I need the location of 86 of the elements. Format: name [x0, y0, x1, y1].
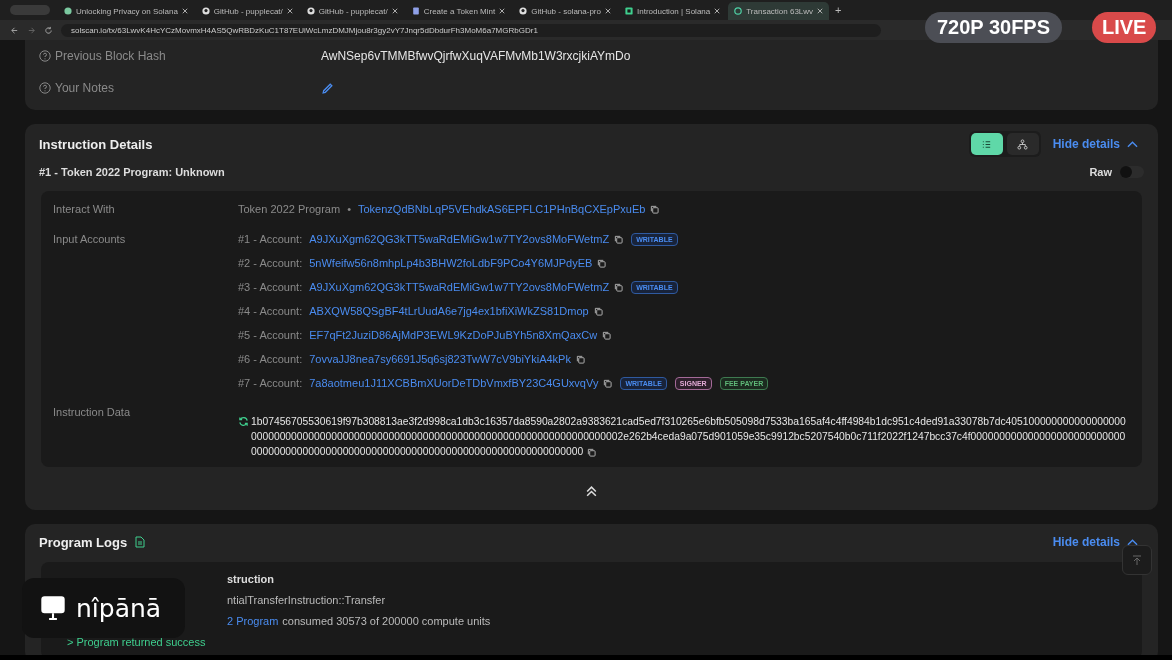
hide-details-link[interactable]: Hide details	[1052, 535, 1120, 549]
circle-logo-icon	[734, 7, 743, 15]
program-name: Token 2022 Program	[238, 202, 341, 217]
help-icon	[39, 82, 51, 94]
browser-tab[interactable]: GitHub - pupplecat/	[195, 2, 299, 20]
tree-view-button[interactable]	[1006, 133, 1039, 155]
section-title: Instruction Details	[39, 136, 153, 152]
book-icon	[625, 7, 633, 15]
github-icon	[201, 7, 210, 15]
log-line: consumed 30573 of 200000 compute units	[282, 615, 491, 627]
account-index: #1 - Account:	[238, 233, 303, 245]
close-icon[interactable]	[286, 8, 293, 14]
chevron-up-icon[interactable]	[1127, 538, 1138, 546]
list-icon	[981, 138, 993, 150]
pencil-icon[interactable]	[321, 81, 334, 95]
browser-tab[interactable]: GitHub - pupplecat/	[300, 2, 404, 20]
raw-toggle[interactable]	[1120, 166, 1144, 178]
github-icon	[306, 7, 315, 15]
account-address-link[interactable]: 7ovvaJJ8nea7sy6691J5q6sj823TwW7cV9biYkiA4kPk	[309, 353, 571, 365]
hash-value: AwNSep6vTMMBfwvQjrfwXuqVAFMvMb1W3rxcjkiAYmDo	[321, 49, 631, 63]
quality-badge: 720P 30FPS	[925, 12, 1063, 43]
live-badge: LIVE	[1092, 12, 1157, 43]
field-label: Input Accounts	[53, 232, 127, 247]
monitor-icon	[40, 595, 66, 621]
address-field[interactable]: solscan.io/tx/63LwvK4HcYCzMovmxH4AS5QwRBDzKuC1T87EUiWcLmzDMJMjou8r3gy2vY7Jnqr5dDbdurFh3MoM6a7MGRbGDr1	[61, 23, 881, 37]
list-view-button[interactable]	[970, 133, 1003, 155]
channel-name: nîpānā	[76, 593, 162, 623]
copy-icon[interactable]	[575, 354, 585, 364]
raw-label: Raw	[1089, 166, 1112, 178]
log-line: > Program returned success	[67, 636, 206, 648]
section-title: Program Logs	[39, 534, 128, 550]
separator-dot: •	[347, 202, 351, 217]
convert-icon[interactable]	[238, 416, 249, 427]
browser-tab[interactable]: Introduction | Solana	[619, 2, 727, 20]
hide-details-link[interactable]: Hide details	[1052, 137, 1120, 151]
copy-icon[interactable]	[650, 204, 660, 214]
close-icon[interactable]	[714, 8, 721, 14]
account-index: #6 - Account:	[238, 353, 303, 365]
program-address-link[interactable]: TokenzQdBNbLqP5VEhdkAS6EPFLC1PHnBqCXEpPxuEb	[358, 201, 646, 217]
program-link[interactable]: 2 Program	[227, 615, 279, 627]
browser-tab[interactable]: Transaction 63Lwv	[728, 2, 830, 20]
account-address-link[interactable]: A9JXuXgm62QG3kTT5waRdEMiGw1w7TY2ovs8MoFWetmZ	[309, 281, 610, 293]
account-index: #7 - Account:	[238, 377, 303, 389]
browser-tab[interactable]: Unlocking Privacy on Solana	[58, 2, 194, 20]
close-icon[interactable]	[391, 8, 398, 14]
close-icon[interactable]	[181, 8, 188, 14]
close-icon[interactable]	[605, 8, 611, 14]
account-address-link[interactable]: 7a8aotmeu1J11XCBBmXUorDeTDbVmxfBY23C4GUxvqVy	[309, 377, 599, 389]
field-label: Instruction Data	[53, 405, 132, 420]
copy-icon[interactable]	[614, 282, 624, 292]
field-label: Your Notes	[55, 81, 114, 95]
copy-icon[interactable]	[614, 234, 624, 244]
account-address-link[interactable]: A9JXuXgm62QG3kTT5waRdEMiGw1w7TY2ovs8MoFWetmZ	[309, 233, 610, 245]
account-index: #2 - Account:	[238, 257, 303, 269]
back-icon[interactable]	[10, 25, 19, 35]
browser-tab[interactable]: GitHub - solana-pro	[513, 2, 617, 20]
new-tab-button[interactable]: +	[835, 4, 842, 16]
copy-icon[interactable]	[602, 330, 612, 340]
copy-icon[interactable]	[593, 306, 603, 316]
log-heading: struction	[227, 573, 275, 585]
close-icon[interactable]	[817, 8, 824, 14]
arrow-up-icon	[1131, 554, 1143, 566]
log-line: ntialTransferInstruction::Transfer	[227, 594, 386, 606]
field-label: Interact With	[53, 202, 116, 217]
chevron-up-icon[interactable]	[1127, 140, 1138, 148]
instruction-data-hex: 1b07456705530619f97b308813ae3f2d998ca1db3c16357da8590a2802a9383621cad5ed7f310265e6bfb505098d7533ba165af4c4ff4984b1dc951c4ded91a33078b7dc40510000000000000000000000000000000000000000000000000000000000000000000000000000000002e262b4ceda9a075d901059e35c9912bc5207540b0c711f2022f1247bcc37c4f0000000000000000000000000000000000000000000000000000000000000000000000000000000000000	[251, 415, 1127, 459]
github-icon	[519, 7, 528, 15]
copy-icon[interactable]	[603, 378, 613, 388]
copy-icon[interactable]	[587, 447, 597, 457]
hierarchy-icon	[1017, 138, 1029, 150]
help-icon	[39, 50, 51, 62]
account-address-link[interactable]: ABXQW58QSgBF4tLrUudA6e7jg4ex1bfiXiWkZS81Dmop	[309, 305, 589, 317]
double-chevron-up-icon[interactable]	[585, 485, 598, 498]
account-index: #4 - Account:	[238, 305, 303, 317]
document-icon	[135, 536, 146, 548]
copy-icon[interactable]	[597, 258, 607, 268]
account-index: #5 - Account:	[238, 329, 303, 341]
browser-tab[interactable]: Create a Token Mint	[405, 2, 512, 20]
account-address-link[interactable]: EF7qFt2JuziD86AjMdP3EWL9KzDoPJuBYh5n8XmQaxCw	[309, 329, 598, 341]
reload-icon[interactable]	[44, 25, 53, 35]
instruction-title: #1 - Token 2022 Program: Unknown	[39, 166, 225, 178]
close-icon[interactable]	[499, 8, 506, 14]
account-index: #3 - Account:	[238, 281, 303, 293]
document-icon	[411, 7, 420, 15]
field-label: Previous Block Hash	[55, 49, 166, 63]
account-address-link[interactable]: 5nWfeifw56n8mhpLp4b3BHW2foLdbF9PCo4Y6MJPdyEB	[309, 257, 593, 269]
